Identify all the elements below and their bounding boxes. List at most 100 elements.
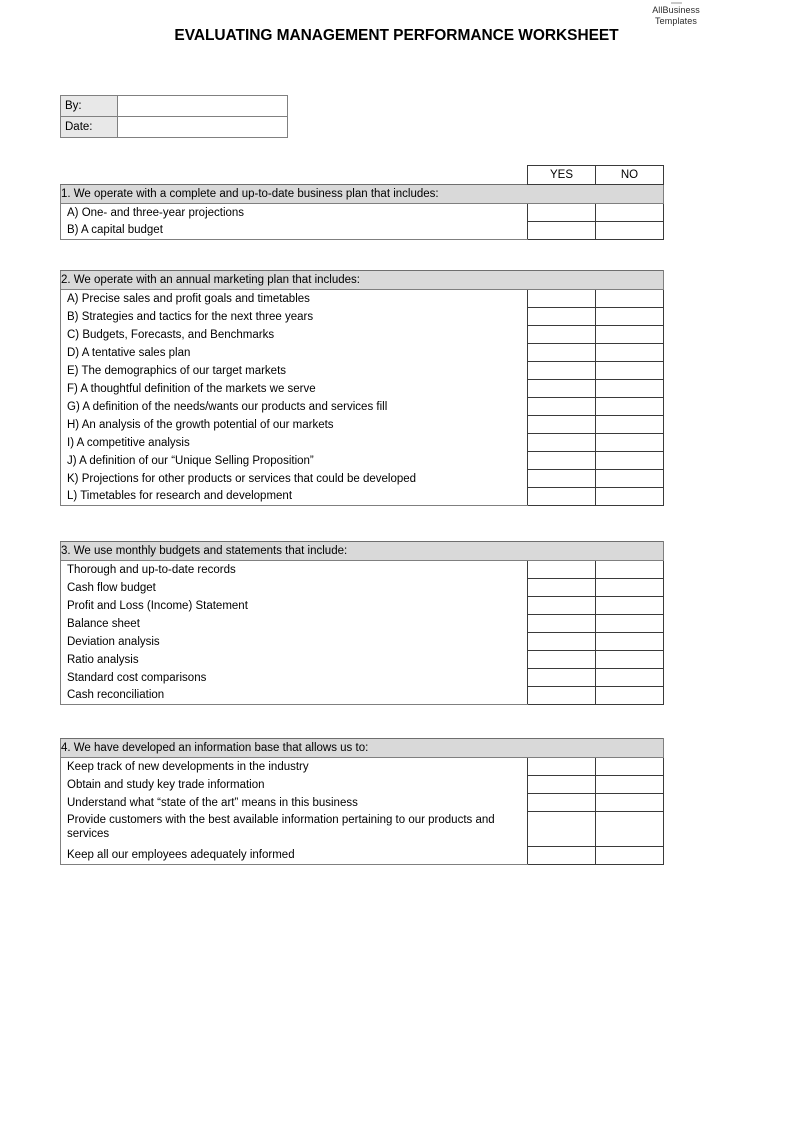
question-row: Cash reconciliation: [60, 686, 665, 705]
answer-yes-checkbox[interactable]: [526, 343, 596, 362]
question-table-2: 2. We operate with an annual marketing p…: [60, 270, 665, 506]
answer-no-checkbox[interactable]: [595, 221, 664, 240]
question-label: Balance sheet: [60, 614, 528, 633]
question-label: Profit and Loss (Income) Statement: [60, 596, 528, 615]
question-row: I) A competitive analysis: [60, 433, 665, 452]
question-label: F) A thoughtful definition of the market…: [60, 379, 528, 398]
question-row: J) A definition of our “Unique Selling P…: [60, 451, 665, 470]
question-section-3: 3. We use monthly budgets and statements…: [60, 541, 665, 705]
answer-no-checkbox[interactable]: [594, 614, 665, 633]
answer-no-checkbox[interactable]: [594, 469, 665, 488]
answer-yes-checkbox[interactable]: [527, 793, 596, 812]
question-row: Keep track of new developments in the in…: [60, 757, 664, 776]
question-section-4: 4. We have developed an information base…: [60, 738, 664, 865]
page-title: EVALUATING MANAGEMENT PERFORMANCE WORKSH…: [174, 27, 619, 44]
question-label: L) Timetables for research and developme…: [60, 487, 528, 506]
answer-yes-checkbox[interactable]: [526, 325, 596, 344]
by-input[interactable]: [117, 95, 288, 117]
question-row: E) The demographics of our target market…: [60, 361, 665, 380]
answer-yes-checkbox[interactable]: [526, 433, 596, 452]
section-header-label: 3. We use monthly budgets and statements…: [60, 541, 664, 561]
answer-yes-checkbox[interactable]: [526, 397, 596, 416]
answer-no-checkbox[interactable]: [594, 415, 665, 434]
answer-no-checkbox[interactable]: [594, 343, 665, 362]
answer-yes-checkbox[interactable]: [526, 686, 596, 705]
question-label: B) Strategies and tactics for the next t…: [60, 307, 528, 326]
question-label: Keep all our employees adequately inform…: [60, 846, 528, 865]
answer-yes-checkbox[interactable]: [526, 668, 596, 687]
answer-no-checkbox[interactable]: [594, 560, 665, 579]
answer-no-checkbox[interactable]: [594, 361, 665, 380]
answer-yes-checkbox[interactable]: [527, 811, 596, 847]
answer-no-checkbox[interactable]: [595, 846, 664, 865]
answer-yes-checkbox[interactable]: [527, 757, 596, 776]
answer-no-checkbox[interactable]: [595, 203, 664, 222]
column-header-yes: YES: [527, 165, 596, 185]
answer-no-checkbox[interactable]: [594, 578, 665, 597]
question-label: Understand what “state of the art” means…: [60, 793, 528, 812]
answer-yes-checkbox[interactable]: [527, 846, 596, 865]
date-input[interactable]: [117, 116, 288, 138]
question-row: Deviation analysis: [60, 632, 665, 651]
answer-no-checkbox[interactable]: [594, 668, 665, 687]
answer-yes-checkbox[interactable]: [527, 221, 596, 240]
question-row: L) Timetables for research and developme…: [60, 487, 665, 506]
question-label: Standard cost comparisons: [60, 668, 528, 687]
question-label: G) A definition of the needs/wants our p…: [60, 397, 528, 416]
section-header-row: 2. We operate with an annual marketing p…: [60, 270, 664, 290]
answer-yes-checkbox[interactable]: [526, 307, 596, 326]
answer-yes-checkbox[interactable]: [526, 596, 596, 615]
question-row: Provide customers with the best availabl…: [60, 811, 664, 847]
question-section-1: YES NO 1. We operate with a complete and u…: [60, 165, 664, 240]
answer-yes-checkbox[interactable]: [526, 650, 596, 669]
question-label: K) Projections for other products or ser…: [60, 469, 528, 488]
question-table-3: 3. We use monthly budgets and statements…: [60, 541, 665, 705]
answer-no-checkbox[interactable]: [594, 379, 665, 398]
answer-no-checkbox[interactable]: [594, 650, 665, 669]
brand-line-1: AllBusiness: [652, 5, 700, 15]
question-label: A) One- and three-year projections: [60, 203, 528, 222]
answer-no-checkbox[interactable]: [594, 487, 665, 506]
answer-yes-checkbox[interactable]: [526, 614, 596, 633]
answer-yes-checkbox[interactable]: [527, 775, 596, 794]
answer-no-checkbox[interactable]: [594, 397, 665, 416]
question-label: J) A definition of our “Unique Selling P…: [60, 451, 528, 470]
answer-yes-checkbox[interactable]: [526, 379, 596, 398]
answer-yes-checkbox[interactable]: [526, 451, 596, 470]
question-row: D) A tentative sales plan: [60, 343, 665, 362]
question-table-4: 4. We have developed an information base…: [60, 738, 664, 865]
answer-no-checkbox[interactable]: [595, 757, 664, 776]
column-header-no: NO: [595, 165, 664, 185]
answer-no-checkbox[interactable]: [595, 811, 664, 847]
question-row: A) Precise sales and profit goals and ti…: [60, 289, 665, 308]
section-header-row: 1. We operate with a complete and up-to-…: [60, 184, 664, 204]
question-label: D) A tentative sales plan: [60, 343, 528, 362]
question-section-2: 2. We operate with an annual marketing p…: [60, 270, 665, 506]
answer-yes-checkbox[interactable]: [526, 578, 596, 597]
answer-no-checkbox[interactable]: [594, 433, 665, 452]
answer-no-checkbox[interactable]: [595, 793, 664, 812]
answer-yes-checkbox[interactable]: [526, 487, 596, 506]
answer-no-checkbox[interactable]: [594, 451, 665, 470]
answer-yes-checkbox[interactable]: [526, 560, 596, 579]
meta-row-by: By:: [60, 95, 288, 117]
answer-no-checkbox[interactable]: [594, 596, 665, 615]
answer-yes-checkbox[interactable]: [526, 361, 596, 380]
meta-row-date: Date:: [60, 116, 288, 138]
answer-no-checkbox[interactable]: [594, 632, 665, 651]
answer-no-checkbox[interactable]: [594, 686, 665, 705]
answer-yes-checkbox[interactable]: [526, 415, 596, 434]
answer-no-checkbox[interactable]: [594, 289, 665, 308]
answer-yes-checkbox[interactable]: [526, 289, 596, 308]
brand-line-2: Templates: [655, 16, 697, 26]
answer-no-checkbox[interactable]: [595, 775, 664, 794]
answer-yes-checkbox[interactable]: [527, 203, 596, 222]
answer-no-checkbox[interactable]: [594, 307, 665, 326]
answer-yes-checkbox[interactable]: [526, 469, 596, 488]
answer-no-checkbox[interactable]: [594, 325, 665, 344]
question-label: B) A capital budget: [60, 221, 528, 240]
question-row: Ratio analysis: [60, 650, 665, 669]
date-label: Date:: [60, 116, 118, 138]
answer-yes-checkbox[interactable]: [526, 632, 596, 651]
question-label: Cash flow budget: [60, 578, 528, 597]
